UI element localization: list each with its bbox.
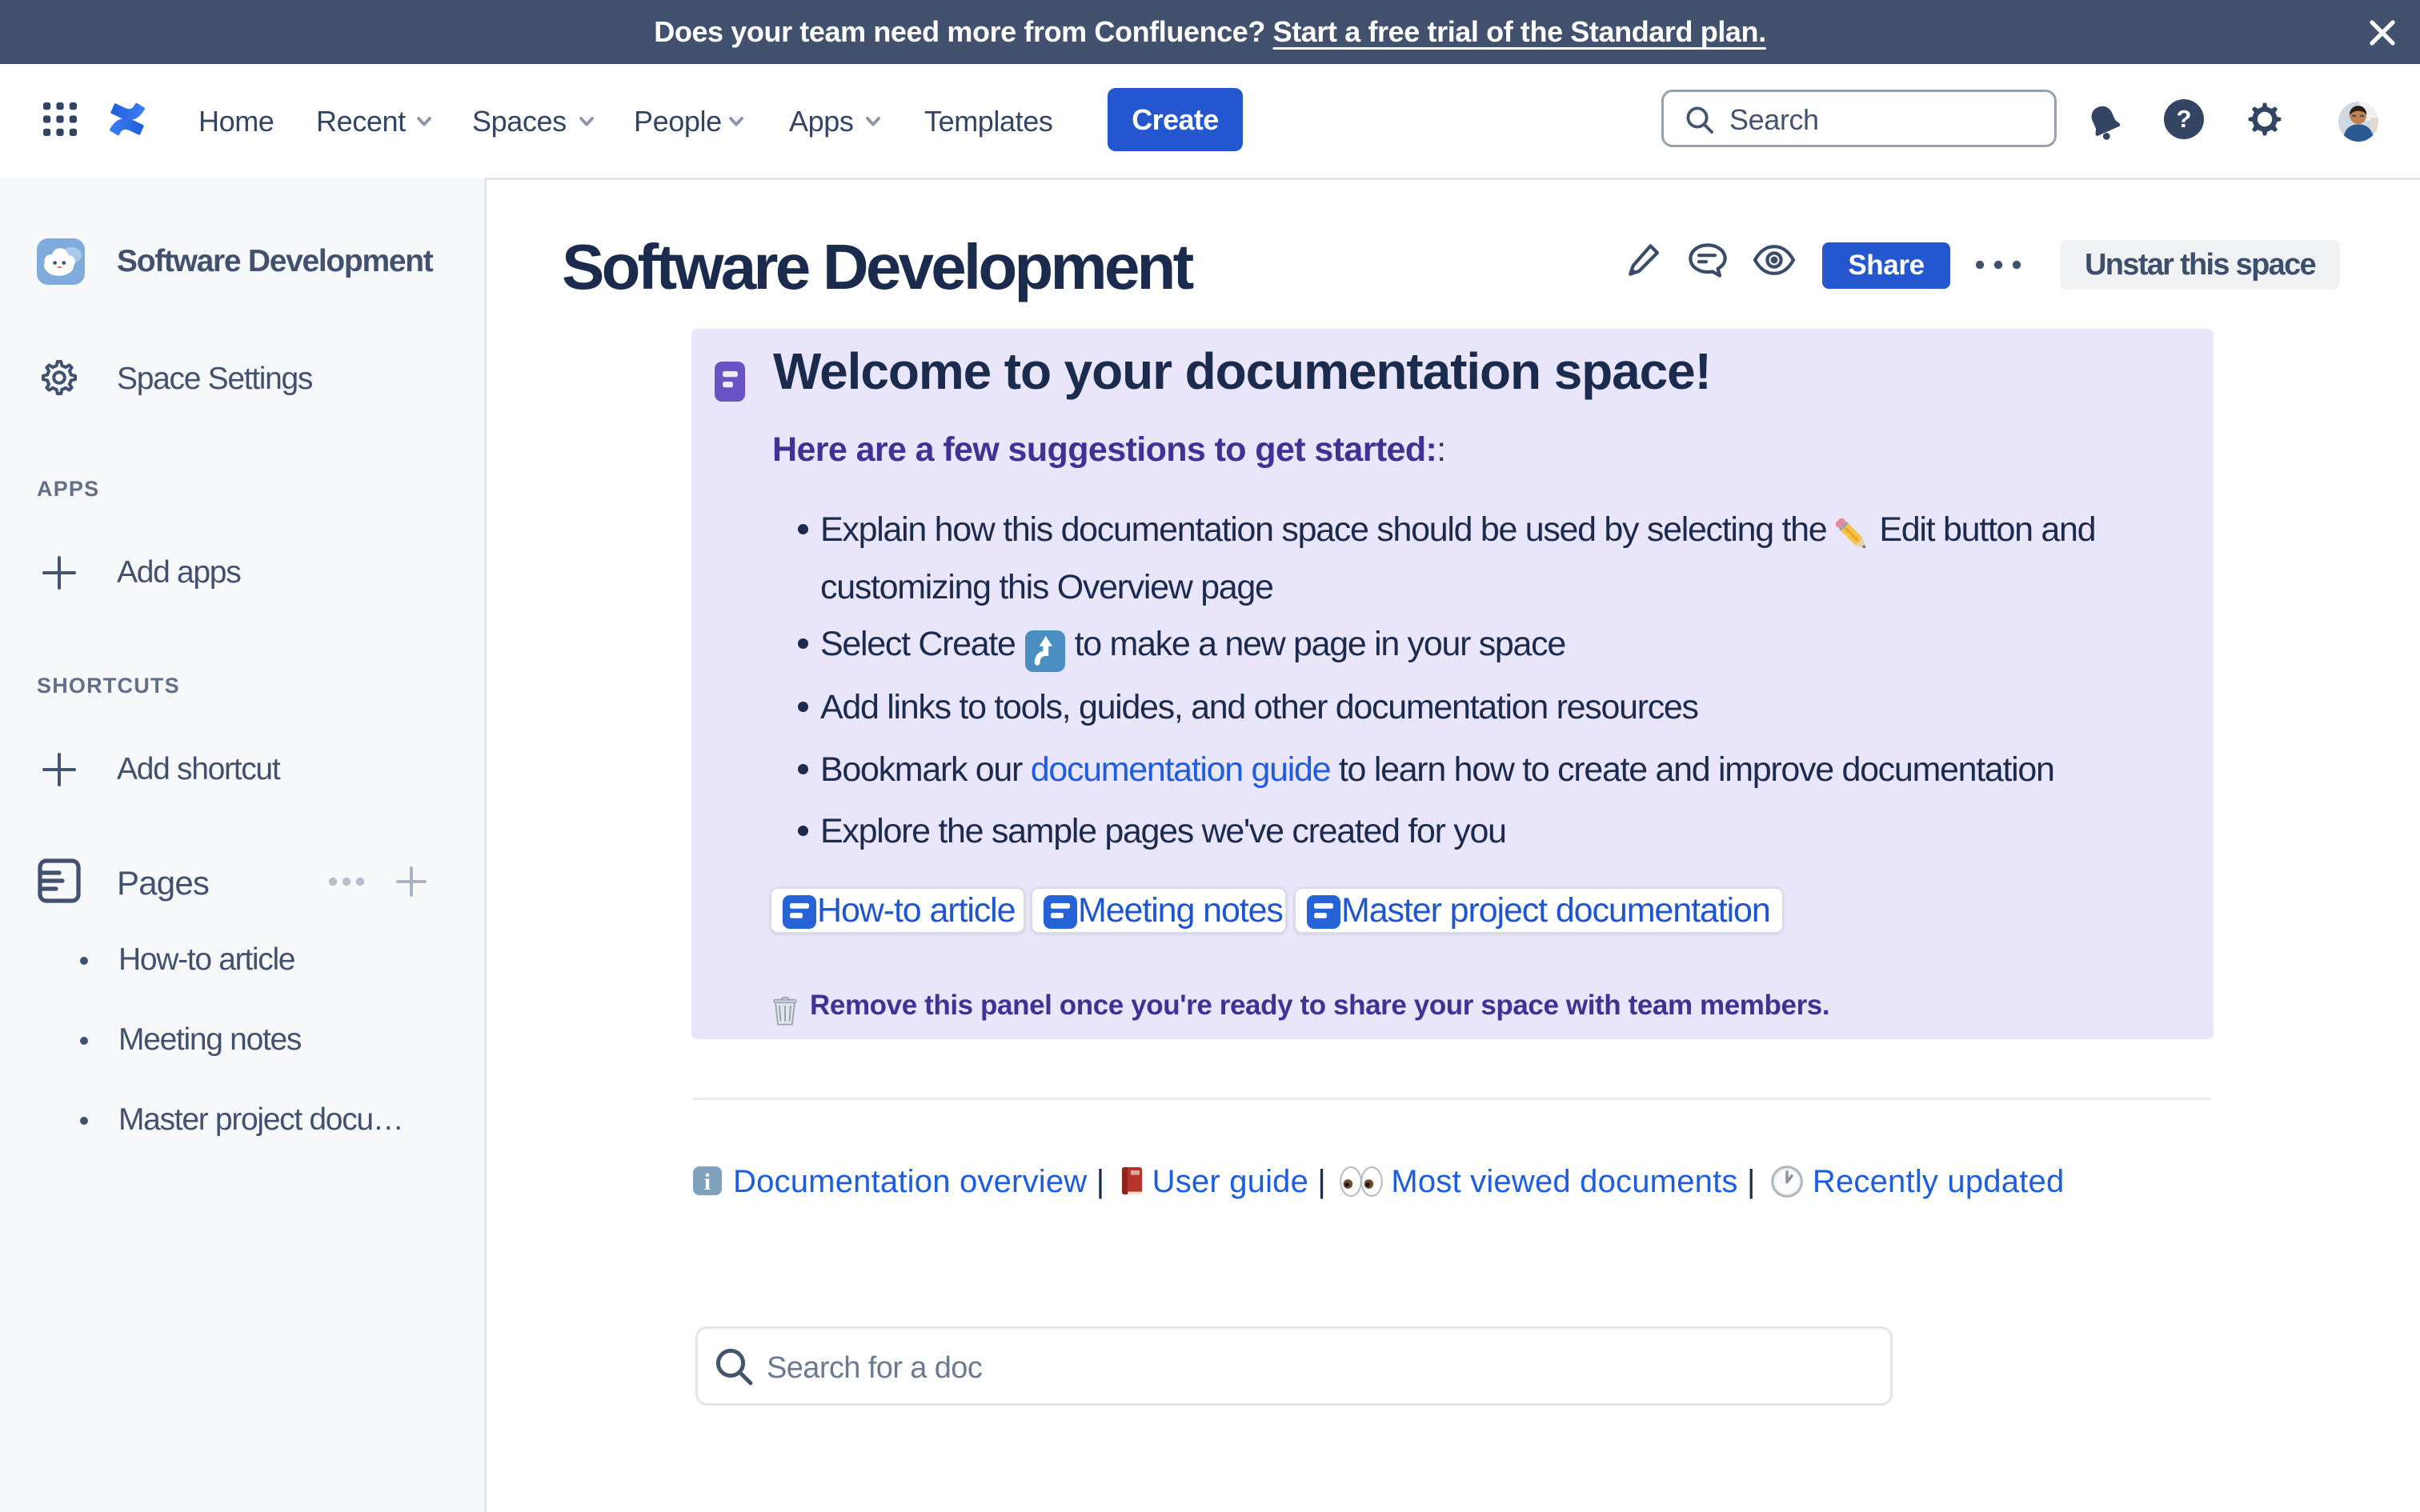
svg-text:i: i [704,1169,711,1195]
svg-text:?: ? [2177,105,2192,133]
